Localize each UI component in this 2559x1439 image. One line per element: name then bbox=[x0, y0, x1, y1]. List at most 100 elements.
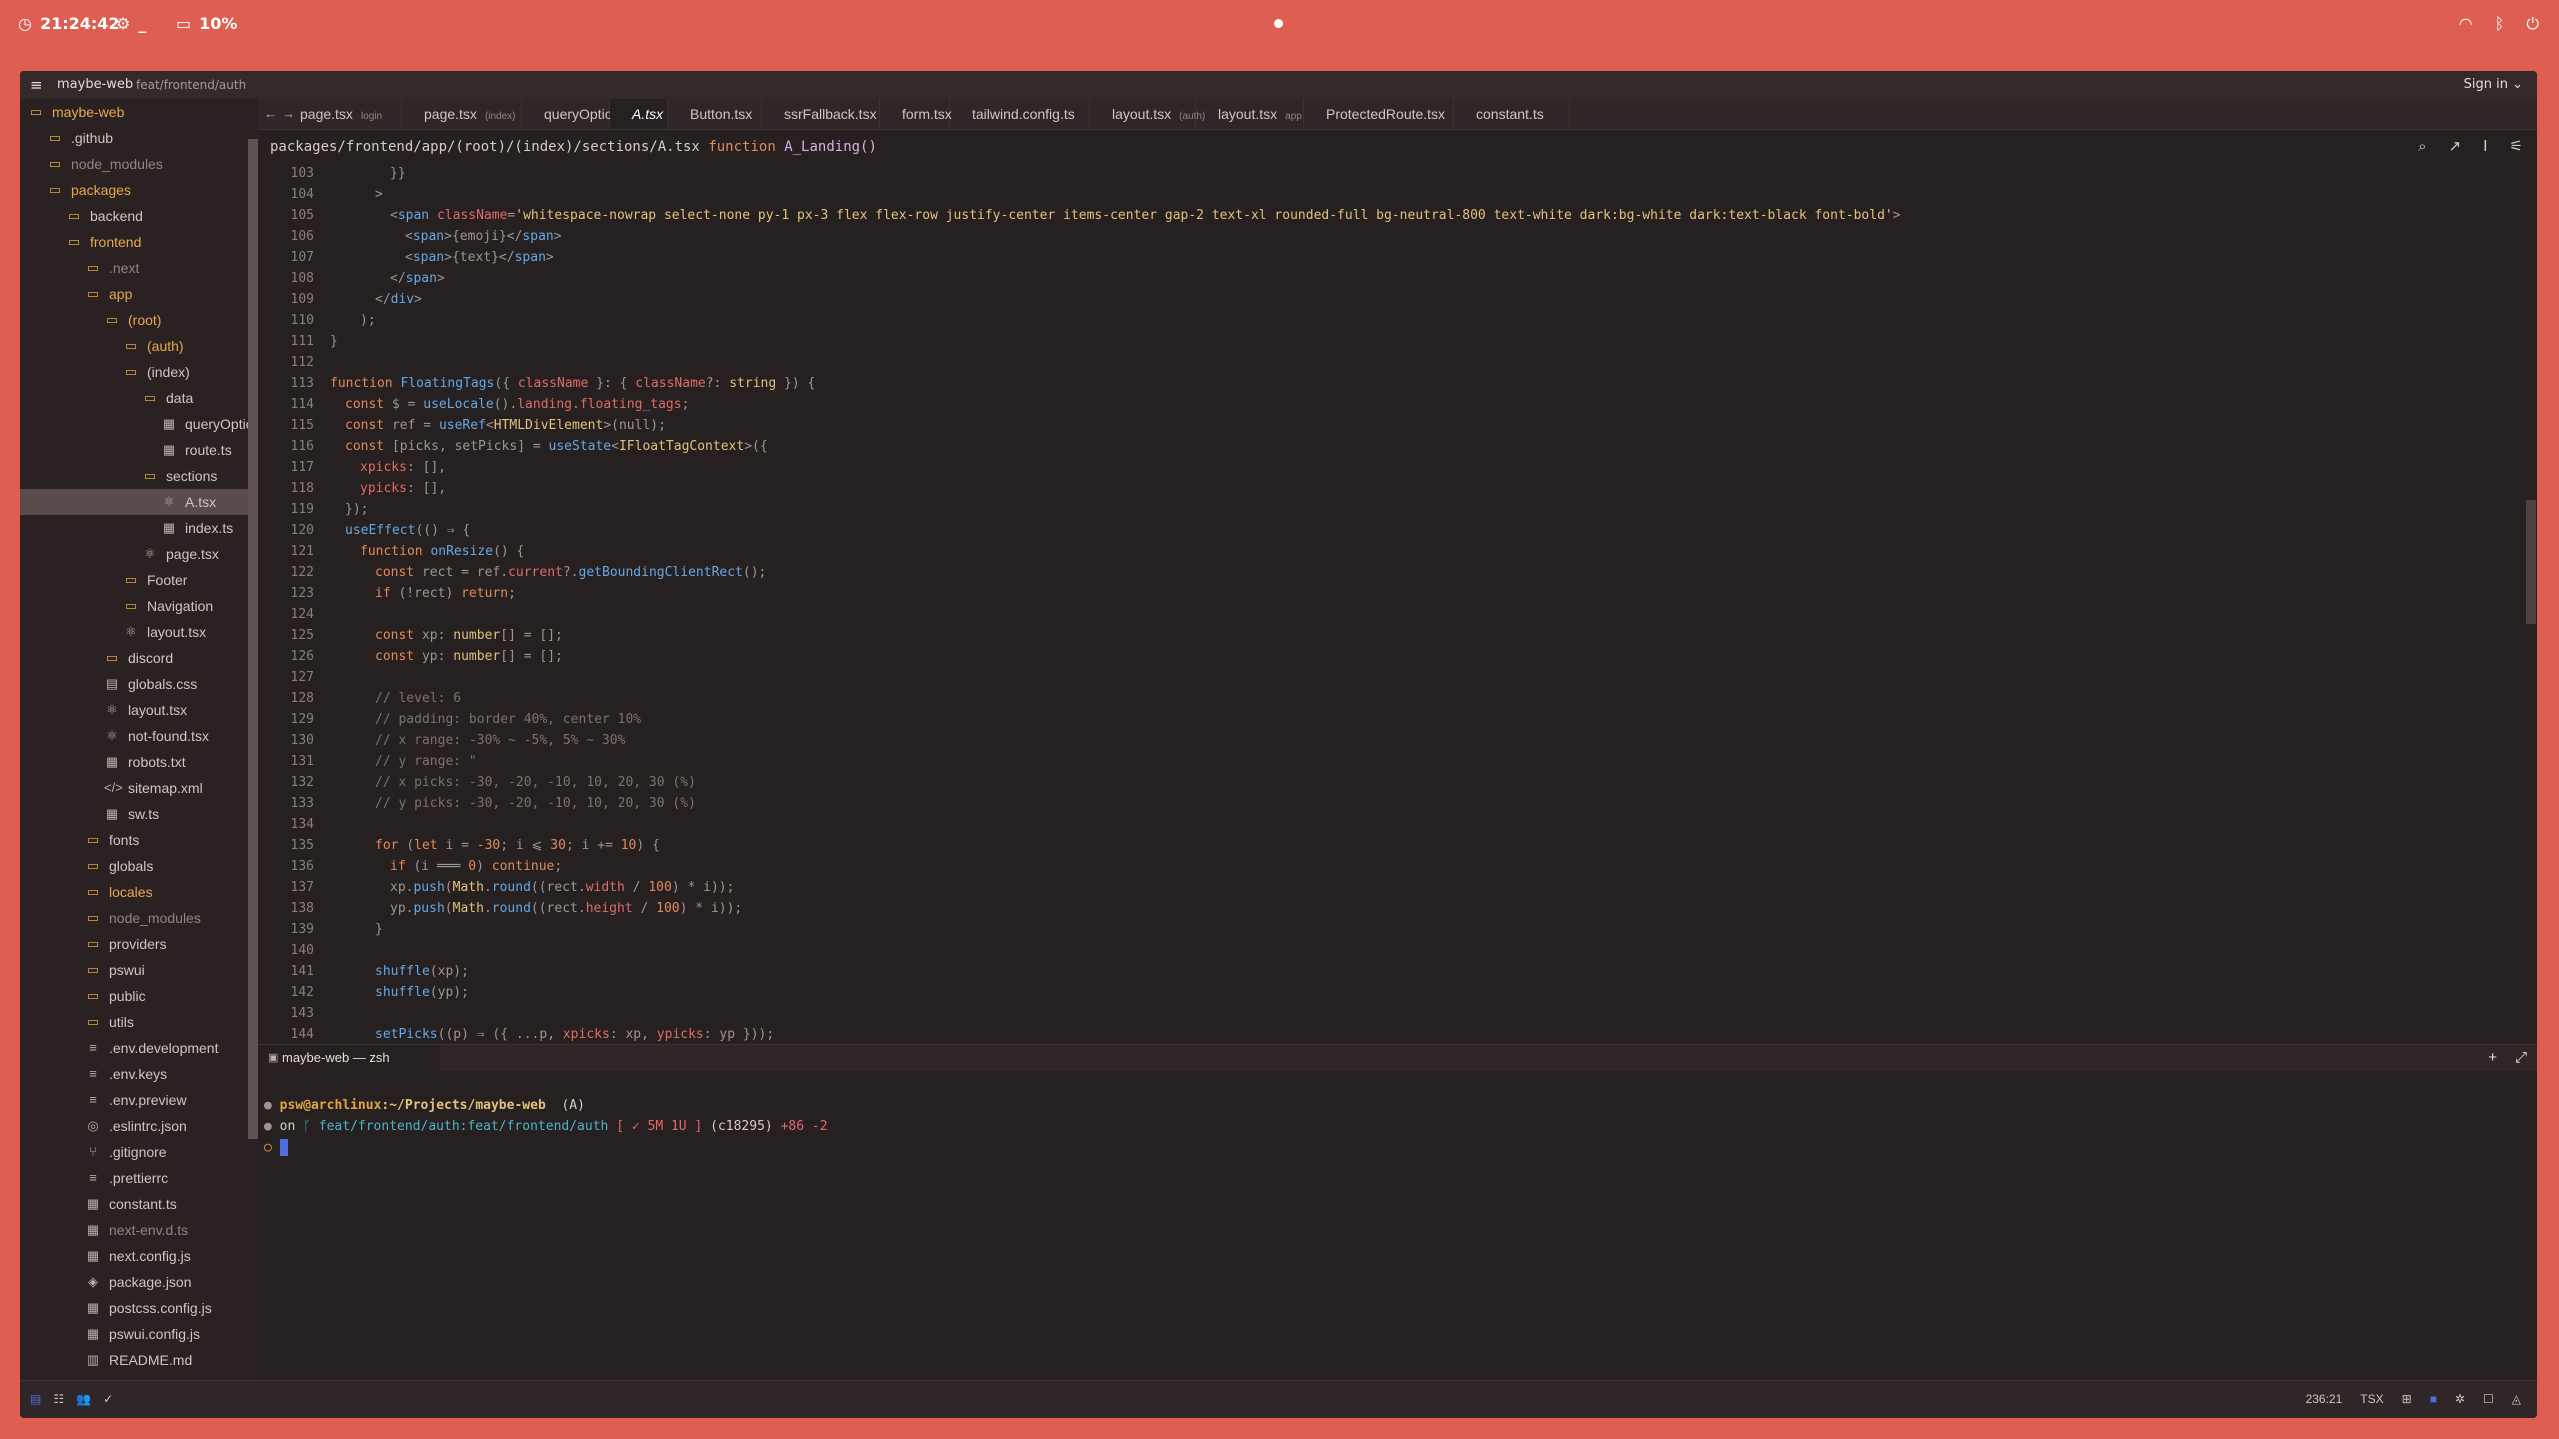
tree-item[interactable]: ▭ (auth) bbox=[20, 333, 258, 359]
tree-item[interactable]: ▭ (root) bbox=[20, 307, 258, 333]
tree-item[interactable]: ▭ maybe-web bbox=[20, 99, 256, 125]
collab-icon[interactable]: 👥 bbox=[76, 1392, 91, 1406]
clock[interactable]: ◷ 21:24:42 bbox=[18, 14, 120, 33]
chat-icon[interactable]: ☐ bbox=[2483, 1392, 2494, 1406]
bell-icon[interactable]: ◬ bbox=[2512, 1392, 2521, 1406]
tree-item[interactable]: ▭ providers bbox=[20, 931, 258, 957]
tree-item[interactable]: ▭ .github bbox=[20, 125, 258, 151]
breadcrumb[interactable]: packages/frontend/app/(root)/(index)/sec… bbox=[270, 139, 877, 155]
tree-item[interactable]: ▦ route.ts bbox=[20, 437, 258, 463]
input-line[interactable]: ○ bbox=[264, 1137, 828, 1158]
tree-item[interactable]: ▦queryOption.ts bbox=[20, 411, 258, 437]
tab-ssrfallback-tsx[interactable]: ssrFallback.tsx bbox=[762, 99, 880, 129]
panel-toggle-icon[interactable]: ■ bbox=[2430, 1392, 2437, 1406]
wifi-icon[interactable]: ◠ bbox=[2459, 14, 2473, 34]
tree-item[interactable]: ▭ packages bbox=[20, 177, 258, 203]
settings-indicator[interactable]: ⚙ _ bbox=[116, 14, 146, 33]
tree-item[interactable]: ▭ public bbox=[20, 983, 258, 1009]
tree-item[interactable]: ▭ fonts bbox=[20, 827, 258, 853]
workspace-indicator[interactable] bbox=[1274, 19, 1283, 28]
tree-item[interactable]: ▭ pswui bbox=[20, 957, 258, 983]
tab-a-tsx[interactable]: A.tsx bbox=[610, 99, 668, 129]
tree-item[interactable]: ⚛ A.tsx bbox=[20, 489, 258, 515]
check-icon[interactable]: ✓ bbox=[103, 1392, 113, 1406]
tree-item[interactable]: ⚛ not-found.tsx bbox=[20, 723, 258, 749]
tab-page-tsx[interactable]: page.tsx login bbox=[278, 99, 402, 129]
tree-item[interactable]: ⑂ .gitignore bbox=[20, 1139, 258, 1165]
terminal-toggle-icon[interactable]: ⊞ bbox=[2402, 1392, 2412, 1406]
code-view[interactable]: 103}} 104 >105 <span className='whitespace-… bbox=[258, 163, 2508, 1041]
underscore-icon: _ bbox=[138, 14, 147, 33]
terminal-output[interactable]: ● psw@archlinux:~/Projects/maybe-web (A)… bbox=[264, 1095, 828, 1158]
battery-indicator[interactable]: ▭ 10% bbox=[176, 14, 237, 33]
tree-item[interactable]: ▭ backend bbox=[20, 203, 258, 229]
tab-protectedroute-tsx[interactable]: ProtectedRoute.tsx bbox=[1304, 99, 1454, 129]
tab-layout-tsx[interactable]: layout.tsx app bbox=[1196, 99, 1304, 129]
editor-scrollbar[interactable] bbox=[2526, 500, 2536, 624]
tree-item[interactable]: ▭ sections bbox=[20, 463, 258, 489]
tree-item[interactable]: ▥ README.md bbox=[20, 1347, 258, 1373]
project-panel-icon[interactable]: ▤ bbox=[30, 1392, 41, 1406]
tree-item[interactable]: ▦ constant.ts bbox=[20, 1191, 258, 1217]
sign-in-button[interactable]: Sign in ⌄ bbox=[2464, 77, 2523, 92]
tree-item[interactable]: ▦ postcss.config.js bbox=[20, 1295, 258, 1321]
tree-item[interactable]: ▭ utils bbox=[20, 1009, 258, 1035]
tree-item[interactable]: ▭ globals bbox=[20, 853, 258, 879]
back-icon[interactable]: ← bbox=[264, 106, 277, 121]
tree-item[interactable]: ◎ .eslintrc.json bbox=[20, 1113, 258, 1139]
tree-item[interactable]: ▭ frontend bbox=[20, 229, 258, 255]
bluetooth-icon[interactable]: ᛒ bbox=[2495, 14, 2505, 34]
sliders-icon[interactable]: ⚟ bbox=[2510, 137, 2523, 155]
tree-item[interactable]: </> sitemap.xml bbox=[20, 775, 258, 801]
tree-item[interactable]: ▦ next.config.js bbox=[20, 1243, 258, 1269]
tree-item[interactable]: ⚛ page.tsx bbox=[20, 541, 258, 567]
arrow-up-right-icon[interactable]: ↗ bbox=[2449, 137, 2462, 155]
tree-item[interactable]: ≡ .prettierrc bbox=[20, 1165, 258, 1191]
tree-item[interactable]: ⚛ layout.tsx bbox=[20, 619, 258, 645]
search-icon[interactable]: ⌕ bbox=[2418, 137, 2426, 155]
language-mode[interactable]: TSX bbox=[2360, 1392, 2383, 1406]
tree-item[interactable]: ▭ node_modules bbox=[20, 905, 258, 931]
tree-item[interactable]: ▦ index.ts bbox=[20, 515, 258, 541]
tree-item[interactable]: ▦ pswui.config.js bbox=[20, 1321, 258, 1347]
tree-item[interactable]: ▭ data bbox=[20, 385, 258, 411]
tree-item[interactable]: ▭ .next bbox=[20, 255, 258, 281]
plus-icon[interactable]: + bbox=[2488, 1049, 2497, 1066]
tree-item[interactable]: ▭ app bbox=[20, 281, 258, 307]
sidebar-scrollbar[interactable] bbox=[248, 139, 258, 1139]
terminal-tab[interactable]: ▣ maybe-web — zsh bbox=[258, 1045, 440, 1071]
text-cursor-icon[interactable]: I bbox=[2483, 137, 2487, 155]
tree-item[interactable]: ▭ node_modules bbox=[20, 151, 258, 177]
tab-tailwind-config-ts[interactable]: tailwind.config.ts bbox=[950, 99, 1090, 129]
project-name[interactable]: maybe-web bbox=[57, 77, 133, 92]
tab-layout-tsx[interactable]: layout.tsx (auth) bbox=[1090, 99, 1205, 129]
tree-item[interactable]: ▤ globals.css bbox=[20, 671, 258, 697]
tab-page-tsx[interactable]: page.tsx (index) bbox=[402, 99, 522, 129]
code-token: ((rect. bbox=[530, 880, 586, 895]
cursor-position[interactable]: 236:21 bbox=[2306, 1392, 2343, 1406]
tree-item[interactable]: ≡ .env.development bbox=[20, 1035, 258, 1061]
tree-item[interactable]: ▭ locales bbox=[20, 879, 258, 905]
tree-item[interactable]: ▭ Footer bbox=[20, 567, 258, 593]
tree-item[interactable]: ▭ Navigation bbox=[20, 593, 258, 619]
tree-item[interactable]: ▦ robots.txt bbox=[20, 749, 258, 775]
branch-name[interactable]: feat/frontend/auth bbox=[136, 78, 246, 92]
tree-item[interactable]: ▦ sw.ts bbox=[20, 801, 258, 827]
tab-form-tsx[interactable]: form.tsx bbox=[880, 99, 952, 129]
tab-queryoption-ts[interactable]: queryOption.ts bbox=[522, 99, 635, 129]
power-icon[interactable]: ⏻ bbox=[2526, 14, 2539, 34]
tree-item[interactable]: ▭ (index) bbox=[20, 359, 258, 385]
debug-icon[interactable]: ✲ bbox=[2455, 1392, 2465, 1406]
maximize-icon[interactable]: ⤢ bbox=[2515, 1049, 2527, 1066]
line-number: 141 bbox=[290, 964, 314, 979]
tree-item[interactable]: ◈ package.json bbox=[20, 1269, 258, 1295]
tree-item[interactable]: ▦ next-env.d.ts bbox=[20, 1217, 258, 1243]
outline-icon[interactable]: ☷ bbox=[53, 1392, 64, 1406]
tab-constant-ts[interactable]: constant.ts bbox=[1454, 99, 1570, 129]
tab-button-tsx[interactable]: Button.tsx bbox=[668, 99, 762, 129]
tree-item[interactable]: ≡ .env.keys bbox=[20, 1061, 258, 1087]
tree-item[interactable]: ≡ .env.preview bbox=[20, 1087, 258, 1113]
tree-item[interactable]: ⚛ layout.tsx bbox=[20, 697, 258, 723]
menu-icon[interactable]: ≡ bbox=[30, 76, 43, 94]
tree-item[interactable]: ▭ discord bbox=[20, 645, 258, 671]
